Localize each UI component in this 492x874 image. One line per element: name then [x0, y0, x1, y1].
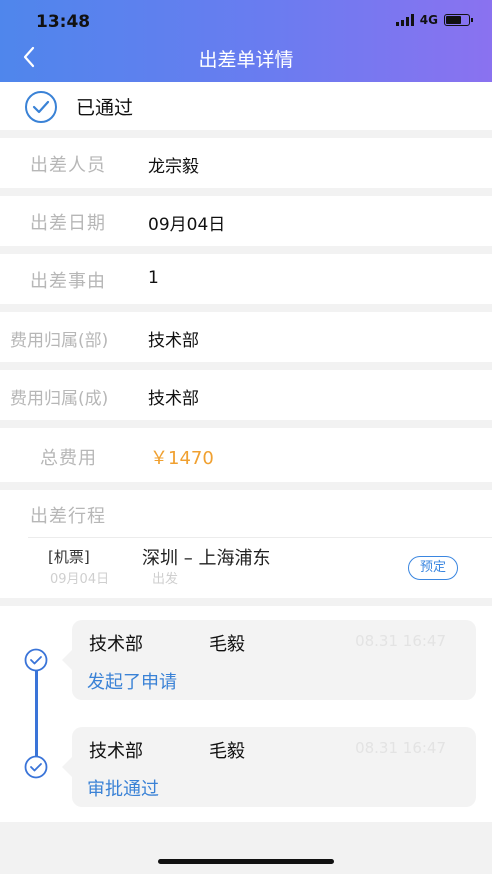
- ticket-type: [机票]: [48, 548, 90, 566]
- network-type: 4G: [419, 13, 438, 27]
- total-label: 总费用: [40, 448, 97, 469]
- approval-status-text: 已通过: [76, 97, 134, 119]
- entry-time: 08.31 16:47: [355, 739, 446, 757]
- page-title: 出差单详情: [198, 49, 294, 71]
- field-label: 出差日期: [30, 213, 106, 234]
- home-indicator: [158, 859, 334, 864]
- field-label: 出差人员: [30, 155, 106, 176]
- itinerary-card: 出差行程 [机票] 深圳 – 上海浦东 09月04日 出发: [0, 490, 492, 598]
- check-circle-icon: [25, 91, 57, 123]
- status-icons: 4G: [395, 13, 473, 27]
- timeline-check-icon: [24, 648, 48, 672]
- nav-header: 13:48 4G 出差单详情: [0, 0, 492, 82]
- itinerary-label: 出差行程: [30, 506, 106, 527]
- field-value: 技术部: [148, 389, 199, 409]
- timeline-check-icon: [24, 755, 48, 779]
- timeline-entry: 技术部 毛毅 08.31 16:47 发起了申请: [62, 620, 476, 700]
- field-value: 09月04日: [148, 215, 226, 235]
- approval-status-row: 已通过: [0, 82, 492, 130]
- trip-status: 出发: [152, 572, 179, 587]
- battery-icon: [444, 14, 473, 26]
- entry-time: 08.31 16:47: [355, 632, 446, 650]
- book-button[interactable]: 预定: [408, 556, 458, 580]
- field-row-date: 出差日期 09月04日: [0, 196, 492, 246]
- field-value: 技术部: [148, 331, 199, 351]
- field-row-reason: 出差事由 1: [0, 254, 492, 304]
- timeline-entry: 技术部 毛毅 08.31 16:47 审批通过: [62, 727, 476, 807]
- trip-route: 深圳 – 上海浦东: [142, 548, 271, 569]
- status-time: 13:48: [36, 12, 91, 32]
- entry-department: 技术部: [89, 634, 143, 655]
- entry-person: 毛毅: [209, 634, 245, 655]
- field-value: 1: [148, 268, 159, 288]
- total-amount: ￥1470: [150, 448, 214, 469]
- entry-person: 毛毅: [209, 741, 245, 762]
- entry-action: 审批通过: [87, 779, 159, 800]
- entry-department: 技术部: [89, 741, 143, 762]
- field-label: 出差事由: [30, 271, 106, 292]
- field-label: 费用归属(部): [10, 331, 109, 351]
- field-row-cost-department: 费用归属(部) 技术部: [0, 312, 492, 362]
- timeline-line: [35, 664, 38, 768]
- field-label: 费用归属(成): [10, 389, 109, 409]
- field-row-traveler: 出差人员 龙宗毅: [0, 138, 492, 188]
- field-row-total: 总费用 ￥1470: [0, 428, 492, 482]
- field-row-cost-center: 费用归属(成) 技术部: [0, 370, 492, 420]
- signal-icon: [395, 14, 414, 26]
- trip-date: 09月04日: [50, 572, 110, 587]
- entry-action: 发起了申请: [87, 672, 177, 693]
- divider: [28, 537, 492, 538]
- field-value: 龙宗毅: [148, 157, 199, 177]
